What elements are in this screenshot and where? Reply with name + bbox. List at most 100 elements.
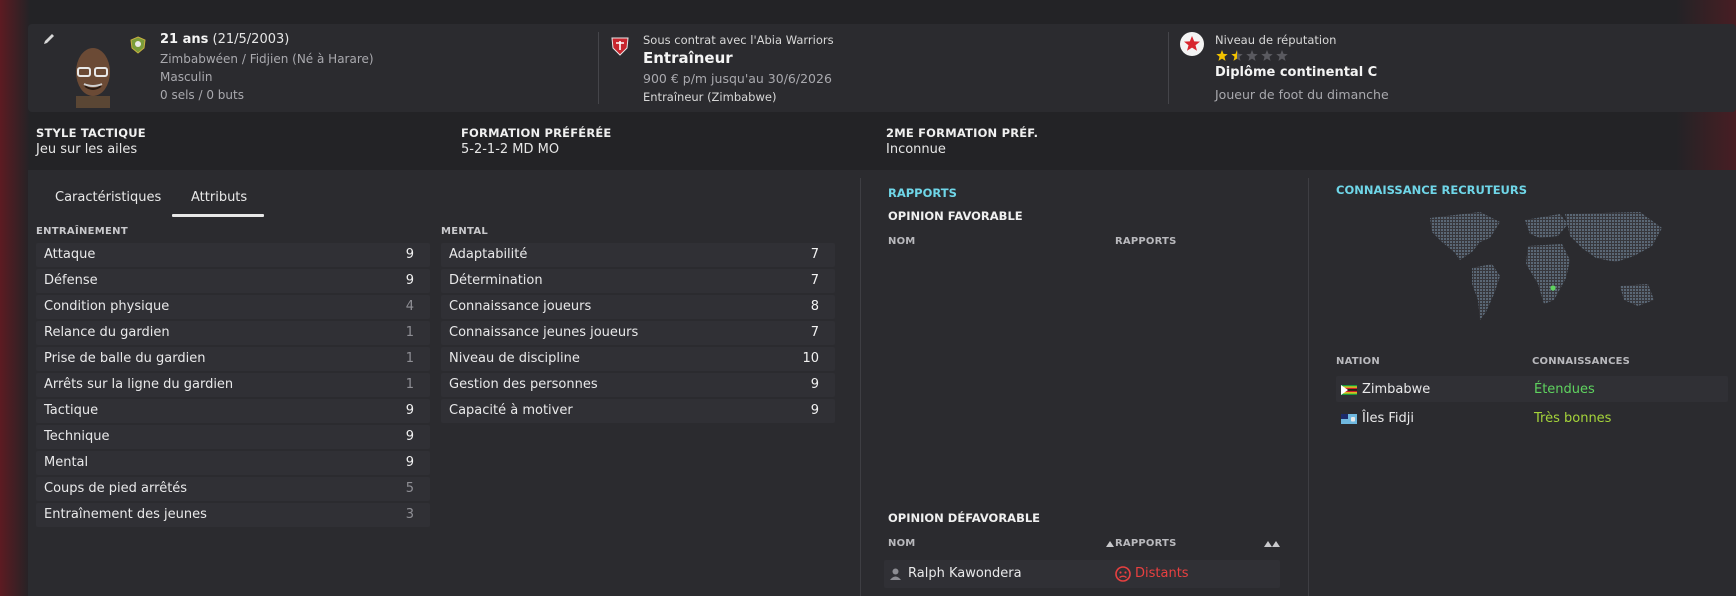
attribute-name: Connaissance jeunes joueurs [449,325,639,340]
knowledge-level: Étendues [1534,382,1595,397]
attribute-value: 9 [810,377,819,392]
nation-badge-icon [130,36,146,54]
sort-asc-icon[interactable] [1106,540,1114,547]
attribute-name: Mental [44,455,89,470]
attribute-name: Technique [44,429,110,444]
reputation-star [1246,50,1258,61]
attribute-name: Arrêts sur la ligne du gardien [44,377,234,392]
attribute-row[interactable]: Relance du gardien 1 [36,321,430,345]
person-icon [890,568,901,580]
contract-line[interactable]: Sous contrat avec l'Abia Warriors [643,33,834,47]
scouting-col-knowledge[interactable]: CONNAISSANCES [1532,356,1630,367]
nationality: Zimbabwéen / Fidjien (Né à Harare) [160,52,374,66]
active-tab-indicator [172,214,264,217]
attribute-row[interactable]: Tactique 9 [36,399,430,423]
scouting-knowledge-title: CONNAISSANCE RECRUTEURS [1336,183,1528,197]
attribute-value: 1 [405,325,414,340]
attribute-row[interactable]: Gestion des personnes 9 [441,373,835,397]
reporter-name[interactable]: Ralph Kawondera [908,566,1022,581]
coaching-license: Diplôme continental C [1215,65,1378,80]
attribute-row[interactable]: Prise de balle du gardien 1 [36,347,430,371]
attribute-value: 9 [405,429,414,444]
attribute-row[interactable]: Connaissance jeunes joueurs 7 [441,321,835,345]
attribute-row[interactable]: Coups de pied arrêtés 5 [36,477,430,501]
attribute-row[interactable]: Niveau de discipline 10 [441,347,835,371]
salary: 900 € p/m jusqu'au 30/6/2026 [643,71,832,86]
attribute-row[interactable]: Arrêts sur la ligne du gardien 1 [36,373,430,397]
second-formation-value: Inconnue [886,142,946,157]
unfavorable-col-reports[interactable]: RAPPORTS [1115,538,1176,549]
nation-name[interactable]: Îles Fidji [1362,411,1414,426]
reputation-icon [1180,32,1204,56]
age: 21 ans [160,32,209,47]
preferred-formation-label: FORMATION PRÉFÉRÉE [461,126,612,140]
column-divider [860,178,861,596]
favorable-col-reports[interactable]: RAPPORTS [1115,236,1176,247]
favorable-col-name[interactable]: NOM [888,236,915,247]
gender: Masculin [160,70,213,84]
attribute-row[interactable]: Détermination 7 [441,269,835,293]
unfavorable-opinion-title: OPINION DÉFAVORABLE [888,511,1041,525]
training-section-title: ENTRAÎNEMENT [36,226,128,237]
attribute-row[interactable]: Technique 9 [36,425,430,449]
role-detail: Entraîneur (Zimbabwe) [643,90,777,104]
reputation-stars [1216,50,1288,61]
attribute-row[interactable]: Entraînement des jeunes 3 [36,503,430,527]
playing-level: Joueur de foot du dimanche [1215,87,1389,102]
attribute-row[interactable]: Connaissance joueurs 8 [441,295,835,319]
tactical-style-value: Jeu sur les ailes [36,142,138,157]
preferred-formation-value: 5-2-1-2 MD MO [461,142,560,157]
attribute-row[interactable]: Défense 9 [36,269,430,293]
staff-avatar [76,48,110,108]
zimbabwe-flag-icon [1341,385,1357,395]
attribute-value: 7 [810,273,819,288]
attribute-value: 1 [405,377,414,392]
attribute-value: 7 [810,247,819,262]
attribute-row[interactable]: Condition physique 4 [36,295,430,319]
attribute-name: Adaptabilité [449,247,528,262]
attribute-name: Détermination [449,273,543,288]
attribute-name: Capacité à motiver [449,403,573,418]
attribute-name: Attaque [44,247,96,262]
attribute-name: Tactique [44,403,99,418]
column-divider [1308,178,1309,596]
header-divider [598,32,599,104]
unfavorable-col-name[interactable]: NOM [888,538,915,549]
sort-double-asc-icon[interactable] [1264,540,1280,547]
attribute-row[interactable]: Capacité à motiver 9 [441,399,835,423]
reports-title: RAPPORTS [888,186,957,200]
mental-section-title: MENTAL [441,226,489,237]
reputation-star [1231,50,1243,61]
attribute-name: Condition physique [44,299,170,314]
edit-icon[interactable] [42,32,56,46]
attribute-name: Connaissance joueurs [449,299,592,314]
reputation-label: Niveau de réputation [1215,33,1337,47]
header-divider [1168,32,1169,104]
attribute-value: 9 [810,403,819,418]
report-verdict: Distants [1135,566,1189,581]
reputation-star [1261,50,1273,61]
attribute-row[interactable]: Mental 9 [36,451,430,475]
left-edge-glow [0,0,30,596]
attribute-row[interactable]: Adaptabilité 7 [441,243,835,267]
reputation-star [1276,50,1288,61]
knowledge-level: Très bonnes [1534,411,1612,426]
attribute-name: Gestion des personnes [449,377,598,392]
attribute-value: 9 [405,273,414,288]
tab-characteristics[interactable]: Caractéristiques [55,190,161,205]
attribute-value: 4 [405,299,414,314]
tab-attributes[interactable]: Attributs [191,190,247,205]
scouting-col-nation[interactable]: NATION [1336,356,1380,367]
attribute-row[interactable]: Attaque 9 [36,243,430,267]
tactical-style-label: STYLE TACTIQUE [36,126,146,140]
attribute-value: 3 [405,507,414,522]
attribute-value: 9 [405,247,414,262]
attribute-value: 1 [405,351,414,366]
club-crest-icon[interactable] [608,34,632,58]
nation-name[interactable]: Zimbabwe [1362,382,1430,397]
favorable-opinion-title: OPINION FAVORABLE [888,209,1023,223]
world-knowledge-map[interactable] [1420,208,1670,333]
attribute-name: Coups de pied arrêtés [44,481,188,496]
reputation-star [1216,50,1228,61]
attribute-name: Prise de balle du gardien [44,351,206,366]
